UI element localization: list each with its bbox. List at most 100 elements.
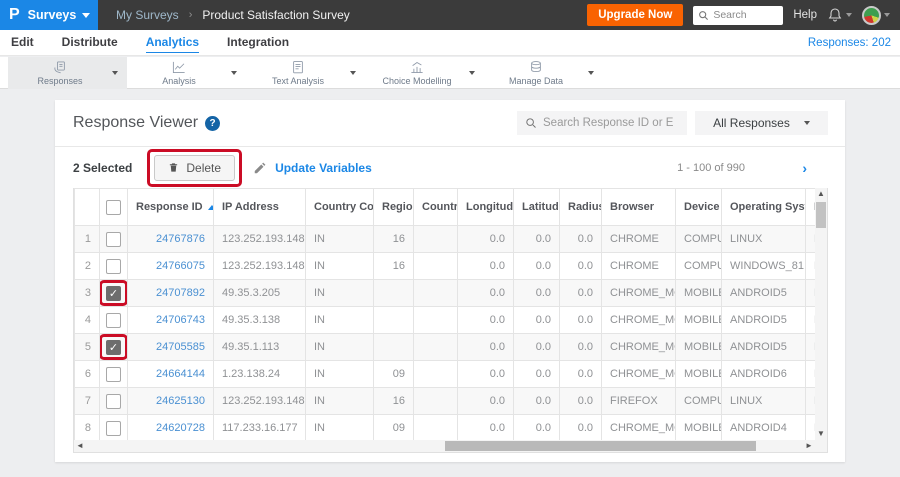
column-header-region[interactable]: Region xyxy=(373,188,414,226)
breadcrumb-my-surveys[interactable]: My Surveys xyxy=(116,8,179,22)
cell-longitude: 0.0 xyxy=(457,414,514,442)
row-checkbox[interactable] xyxy=(106,312,121,328)
bell-icon xyxy=(828,8,842,22)
vertical-scrollbar-thumb[interactable] xyxy=(816,202,826,228)
vertical-scrollbar[interactable]: ▲ ▼ xyxy=(815,188,827,440)
cell-country xyxy=(413,252,458,280)
cell-country-code: IN xyxy=(305,306,374,334)
delete-button[interactable]: Delete xyxy=(154,154,236,181)
ribbon-stack: Responses xyxy=(8,60,112,86)
ribbon-item-responses[interactable]: Responses xyxy=(8,57,127,89)
response-id-link[interactable]: 24625130 xyxy=(156,395,205,407)
breadcrumb: My Surveys › Product Satisfaction Survey xyxy=(116,8,350,22)
cell-region xyxy=(373,306,414,334)
table-row: 6 24664144 1.23.138.24 IN 09 0.0 0.0 0.0 CHROME_… xyxy=(74,360,827,388)
cell-device: MOBILE xyxy=(675,414,722,442)
table-row: 7 24625130 123.252.193.148 IN 16 0.0 0.0 0.0 FIR… xyxy=(74,387,827,415)
help-circle-icon[interactable]: ? xyxy=(205,115,221,131)
pencil-icon xyxy=(254,162,266,173)
cell-browser: CHROME_MOBILE xyxy=(601,333,676,361)
select-all-checkbox[interactable] xyxy=(106,199,121,215)
scroll-right-icon[interactable]: ► xyxy=(803,440,815,452)
table-row: 8 24620728 117.233.16.177 IN 09 0.0 0.0 0.0 CHRO… xyxy=(74,414,827,442)
chevron-down-icon[interactable] xyxy=(112,71,118,75)
notifications-menu[interactable] xyxy=(827,7,852,23)
response-id-link[interactable]: 24620728 xyxy=(156,422,205,434)
response-id-link[interactable]: 24706743 xyxy=(156,314,205,326)
response-filter-dropdown[interactable]: All Responses xyxy=(695,111,828,135)
row-number: 4 xyxy=(74,306,100,334)
scroll-up-icon[interactable]: ▲ xyxy=(815,188,827,200)
scroll-left-icon[interactable]: ◄ xyxy=(74,440,86,452)
row-checkbox[interactable]: ✓ xyxy=(106,285,121,301)
cell-region: 16 xyxy=(373,252,414,280)
column-header-row-number xyxy=(74,188,100,226)
tab-analytics[interactable]: Analytics xyxy=(145,32,200,53)
cell-operating-system: LINUX xyxy=(721,225,806,253)
response-id-link[interactable]: 24705585 xyxy=(156,341,205,353)
column-header-longitude[interactable]: Longitude xyxy=(457,188,514,226)
cell-country-code: IN xyxy=(305,333,374,361)
account-menu[interactable] xyxy=(862,5,890,25)
row-checkbox[interactable] xyxy=(106,366,121,382)
chevron-down-icon[interactable] xyxy=(588,71,594,75)
horizontal-scrollbar[interactable]: ◄ ► xyxy=(74,440,815,452)
column-header-country[interactable]: Country xyxy=(413,188,458,226)
response-id-link[interactable]: 24766075 xyxy=(156,260,205,272)
pagination-next-button[interactable]: › xyxy=(802,160,807,176)
column-header-ip-address[interactable]: IP Address xyxy=(213,188,306,226)
column-header-response-id[interactable]: Response ID xyxy=(127,188,214,226)
cell-country-code: IN xyxy=(305,414,374,442)
surveys-menu[interactable]: Surveys xyxy=(28,8,91,22)
column-header-operating-system[interactable]: Operating System xyxy=(721,188,806,226)
response-id-link[interactable]: 24707892 xyxy=(156,287,205,299)
column-header-browser[interactable]: Browser xyxy=(601,188,676,226)
global-search-input[interactable] xyxy=(713,9,776,21)
cell-browser: FIREFOX xyxy=(601,387,676,415)
ribbon-item-text-analysis[interactable]: Text Analysis xyxy=(246,57,365,89)
ribbon-item-manage-data[interactable]: Manage Data xyxy=(484,57,603,89)
update-variables-button[interactable] xyxy=(253,161,267,175)
chevron-down-icon[interactable] xyxy=(350,71,356,75)
cell-latitude: 0.0 xyxy=(513,252,560,280)
cell-browser: CHROME xyxy=(601,252,676,280)
product-switcher[interactable]: P Surveys xyxy=(0,0,98,30)
column-header-latitude[interactable]: Latitude xyxy=(513,188,560,226)
ribbon-item-analysis[interactable]: Analysis xyxy=(127,57,246,89)
update-variables-link[interactable]: Update Variables xyxy=(275,161,372,175)
cell-ip-address: 117.233.16.177 xyxy=(213,414,306,442)
text-analysis-icon xyxy=(293,61,303,74)
row-checkbox[interactable]: ✓ xyxy=(106,339,121,355)
ribbon-item-choice-modelling[interactable]: Choice Modelling xyxy=(365,57,484,89)
tab-edit[interactable]: Edit xyxy=(11,32,34,53)
response-id-link[interactable]: 24664144 xyxy=(156,368,205,380)
scroll-down-icon[interactable]: ▼ xyxy=(815,428,827,440)
column-header-radius[interactable]: Radius xyxy=(559,188,602,226)
app-screen: P Surveys My Surveys › Product Satisfact… xyxy=(0,0,900,477)
row-checkbox[interactable] xyxy=(106,393,121,409)
tab-distribute[interactable]: Distribute xyxy=(62,32,118,53)
horizontal-scrollbar-thumb[interactable] xyxy=(444,441,756,451)
global-search[interactable] xyxy=(693,5,784,25)
response-search-input[interactable] xyxy=(543,117,673,129)
response-id-link[interactable]: 24767876 xyxy=(156,233,205,245)
cell-longitude: 0.0 xyxy=(457,306,514,334)
column-header-country-code[interactable]: Country Code xyxy=(305,188,374,226)
response-search[interactable] xyxy=(517,111,687,135)
help-link[interactable]: Help xyxy=(793,9,817,21)
row-checkbox[interactable] xyxy=(106,231,121,247)
row-checkbox[interactable] xyxy=(106,258,121,274)
column-header-device[interactable]: Device xyxy=(675,188,722,226)
row-checkbox-cell xyxy=(99,360,128,388)
responses-count-badge[interactable]: Responses: 202 xyxy=(808,37,891,49)
ribbon-item-label: Analysis xyxy=(162,76,196,86)
cell-browser: CHROME_MOBILE xyxy=(601,360,676,388)
upgrade-now-button[interactable]: Upgrade Now xyxy=(587,4,684,26)
row-checkbox[interactable] xyxy=(106,420,121,436)
chevron-down-icon[interactable] xyxy=(469,71,475,75)
responses-table: Response IDIP AddressCountry CodeRegionC… xyxy=(74,188,827,442)
cell-response-id: 24625130 xyxy=(127,387,214,415)
tab-integration[interactable]: Integration xyxy=(227,32,289,53)
table-header-row: Response IDIP AddressCountry CodeRegionC… xyxy=(74,188,827,226)
chevron-down-icon[interactable] xyxy=(231,71,237,75)
